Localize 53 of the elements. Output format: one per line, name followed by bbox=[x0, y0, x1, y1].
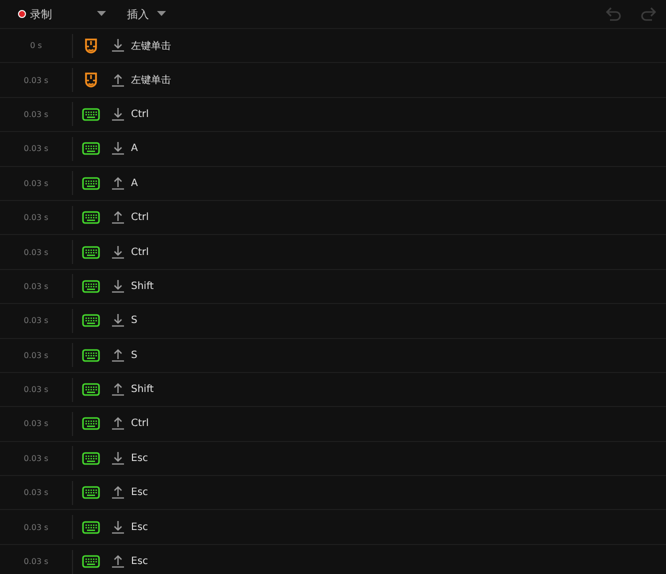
keyboard-icon bbox=[82, 211, 100, 224]
event-time: 0.03 s bbox=[22, 557, 50, 566]
event-label: A bbox=[131, 143, 138, 154]
keyboard-icon bbox=[82, 452, 100, 465]
event-time: 0 s bbox=[29, 41, 43, 50]
event-label: Esc bbox=[131, 487, 148, 498]
event-label: Ctrl bbox=[131, 212, 149, 224]
event-label: 左键单击 bbox=[131, 74, 171, 88]
event-label: S bbox=[131, 315, 138, 326]
event-time: 0.03 s bbox=[22, 385, 50, 394]
keyboard-icon bbox=[82, 383, 100, 396]
keyboard-icon bbox=[82, 246, 100, 259]
insert-button[interactable]: 插入 bbox=[127, 6, 149, 22]
event-time: 0.03 s bbox=[22, 144, 50, 154]
record-icon bbox=[18, 10, 26, 18]
event-time: 0.03 s bbox=[22, 76, 50, 85]
event-label: Ctrl bbox=[131, 108, 149, 120]
event-label: Shift bbox=[131, 280, 154, 292]
keyboard-icon bbox=[82, 417, 100, 430]
event-time: 0.03 s bbox=[22, 282, 50, 291]
event-time: 0.03 s bbox=[22, 350, 50, 360]
mouse-icon bbox=[84, 72, 98, 88]
keyboard-icon bbox=[82, 176, 100, 190]
keyboard-icon bbox=[82, 348, 100, 362]
event-time: 0.03 s bbox=[22, 213, 50, 222]
caret-icon[interactable] bbox=[97, 11, 106, 17]
event-label: Esc bbox=[131, 556, 148, 568]
keyboard-icon bbox=[82, 314, 100, 328]
event-label: A bbox=[131, 178, 138, 189]
event-label: S bbox=[131, 350, 138, 361]
event-time: 0.03 s bbox=[22, 248, 50, 257]
caret-icon[interactable] bbox=[157, 11, 166, 17]
event-label: Ctrl bbox=[131, 246, 149, 258]
event-time: 0.03 s bbox=[22, 178, 50, 188]
event-label: Shift bbox=[131, 384, 154, 396]
event-time: 0.03 s bbox=[22, 454, 50, 463]
record-button[interactable]: 录制 bbox=[18, 6, 52, 22]
event-label: 左键单击 bbox=[131, 40, 171, 53]
mouse-icon bbox=[84, 38, 98, 54]
event-time: 0.03 s bbox=[22, 316, 50, 326]
event-label: Esc bbox=[131, 452, 148, 464]
event-label: Ctrl bbox=[131, 418, 149, 430]
event-time: 0.03 s bbox=[22, 110, 50, 119]
keyboard-icon bbox=[82, 486, 100, 500]
event-label: Esc bbox=[131, 522, 148, 533]
keyboard-icon bbox=[82, 280, 100, 293]
keyboard-icon bbox=[82, 142, 100, 156]
event-time: 0.03 s bbox=[22, 419, 50, 428]
keyboard-icon bbox=[82, 108, 100, 121]
keyboard-icon bbox=[82, 555, 100, 568]
keyboard-icon bbox=[82, 520, 100, 534]
event-time: 0.03 s bbox=[22, 522, 50, 532]
event-time: 0.03 s bbox=[22, 488, 50, 498]
